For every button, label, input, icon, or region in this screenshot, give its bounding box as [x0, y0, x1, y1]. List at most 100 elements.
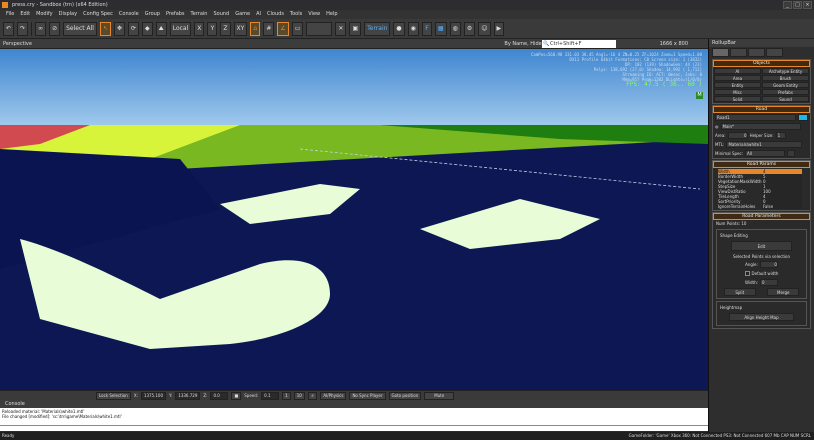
split-button[interactable]: Split	[723, 287, 756, 296]
z-coord-field[interactable]: 0.0	[210, 391, 229, 400]
edit-button[interactable]: Edit	[731, 241, 792, 251]
maximize-button[interactable]: □	[793, 1, 802, 9]
object-icon[interactable]: ●	[393, 21, 405, 36]
character-icon[interactable]: ☺	[478, 21, 491, 36]
width-field[interactable]: 0	[759, 279, 778, 286]
settings-icon[interactable]: ⚙	[463, 21, 476, 36]
speed-10-button[interactable]: 10	[293, 391, 305, 400]
object-misc-button[interactable]: Misc	[714, 89, 761, 95]
menu-display[interactable]: Display	[59, 10, 77, 19]
no-sync-player-button[interactable]: No Sync Player	[349, 391, 386, 400]
menu-game[interactable]: Game	[235, 10, 250, 19]
param-value[interactable]: False	[762, 204, 802, 209]
grid-icon[interactable]: #	[263, 21, 275, 36]
y-coord-field[interactable]: 1336.729	[175, 391, 201, 400]
lock-selection-button[interactable]: Lock Selection	[96, 391, 131, 400]
unlink-icon[interactable]: ⊘	[49, 21, 61, 36]
object-sound-button[interactable]: Sound	[762, 96, 809, 102]
move-tool-icon[interactable]: ✥	[113, 21, 126, 36]
object-solid-button[interactable]: Solid	[714, 96, 761, 102]
menu-terrain[interactable]: Terrain	[191, 10, 208, 19]
rotate-tool-icon[interactable]: ⟳	[128, 21, 140, 36]
menu-tools[interactable]: Tools	[290, 10, 302, 19]
database-icon[interactable]: ▦	[434, 21, 447, 36]
undo-icon[interactable]: ↶	[3, 21, 15, 36]
delete-icon[interactable]: ✕	[335, 21, 347, 36]
physics-icon[interactable]: ⚛	[307, 391, 318, 400]
layer-dropdown[interactable]	[306, 21, 333, 36]
param-row[interactable]: IgnoreTerrainHoles False	[713, 204, 810, 209]
terrain-snap-icon[interactable]: ⌂	[250, 21, 261, 36]
lock-icon[interactable]: ■	[231, 391, 242, 400]
road-params-header[interactable]: Road Params	[713, 161, 810, 168]
menu-clouds[interactable]: Clouds	[267, 10, 284, 19]
viewport-title[interactable]: Perspective	[3, 41, 32, 47]
default-width-checkbox[interactable]	[744, 271, 750, 276]
road-name-field[interactable]: Road1	[715, 114, 797, 121]
menu-group[interactable]: Group	[145, 10, 160, 19]
mute-button[interactable]: Mute	[424, 391, 455, 400]
tab-display[interactable]	[748, 48, 765, 57]
road-header[interactable]: Road	[713, 106, 810, 113]
object-archetype-button[interactable]: Archetype Entity	[762, 68, 809, 74]
angle-snap-icon[interactable]: ∠	[277, 21, 289, 36]
menu-console[interactable]: Console	[119, 10, 139, 19]
menu-edit[interactable]: Edit	[20, 10, 30, 19]
axis-x-button[interactable]: X	[194, 21, 205, 36]
redo-icon[interactable]: ↷	[17, 21, 29, 36]
align-height-map-button[interactable]: Align Height Map	[729, 313, 794, 321]
merge-button[interactable]: Merge	[767, 287, 800, 296]
coord-space-dropdown[interactable]: Local	[169, 21, 192, 36]
physics-icon[interactable]: ◉	[407, 21, 419, 36]
menu-file[interactable]: File	[6, 10, 14, 19]
tab-objects[interactable]	[712, 48, 729, 57]
goto-position-button[interactable]: Goto position	[388, 391, 422, 400]
menu-help[interactable]: Help	[326, 10, 337, 19]
axis-xy-button[interactable]: XY	[233, 21, 248, 36]
tab-layers[interactable]	[766, 48, 783, 57]
material-icon[interactable]: ◍	[449, 21, 461, 36]
road-color-swatch[interactable]	[798, 114, 808, 121]
link-icon[interactable]: ∞	[35, 21, 47, 36]
object-entity-button[interactable]: Entity	[714, 82, 761, 88]
objects-header[interactable]: Objects	[713, 60, 810, 67]
min-spec-dropdown[interactable]: All	[745, 150, 786, 157]
flowgraph-icon[interactable]: F	[421, 21, 432, 36]
snap-terrain-icon[interactable]: ⛰	[155, 21, 167, 36]
road-parameters-header[interactable]: Road Parameters	[713, 213, 810, 220]
area-field[interactable]: 0	[727, 132, 748, 139]
speed-1-button[interactable]: 1	[282, 391, 291, 400]
material-field[interactable]: Main*	[720, 123, 801, 130]
object-ai-button[interactable]: AI	[714, 68, 761, 74]
perspective-viewport[interactable]: CamPos=560.98 331.03 38.45 Angl=-16 4 ZN…	[0, 49, 708, 390]
viewport-badge[interactable]: M	[696, 92, 703, 99]
min-spec-icon[interactable]	[787, 150, 796, 157]
x-coord-field[interactable]: 1375.100	[140, 391, 167, 400]
viewport-resolution[interactable]: 1666 x 800	[660, 39, 688, 49]
speed-field[interactable]: 0.1	[261, 391, 280, 400]
close-button[interactable]: ×	[803, 1, 812, 9]
terrain-dropdown[interactable]: Terrain	[364, 21, 391, 36]
minimize-button[interactable]: _	[783, 1, 792, 9]
axis-z-button[interactable]: Z	[220, 21, 231, 36]
angle-field[interactable]: 0	[759, 261, 778, 268]
object-geom-entity-button[interactable]: Geom Entity	[762, 82, 809, 88]
axis-y-button[interactable]: Y	[207, 21, 218, 36]
object-area-button[interactable]: Area	[714, 75, 761, 81]
menu-modify[interactable]: Modify	[36, 10, 53, 19]
menu-prefabs[interactable]: Prefabs	[166, 10, 185, 19]
viewport-search-input[interactable]: Ctrl+Shift+F	[542, 40, 616, 48]
menu-sound[interactable]: Sound	[213, 10, 229, 19]
game-mode-icon[interactable]: ▶	[493, 21, 505, 36]
console-input[interactable]	[0, 425, 708, 431]
mtl-field[interactable]: Materials\white1	[726, 141, 803, 148]
menu-view[interactable]: View	[308, 10, 320, 19]
object-brush-button[interactable]: Brush	[762, 75, 809, 81]
object-prefabs-button[interactable]: Prefabs	[762, 89, 809, 95]
ruler-icon[interactable]: ▭	[291, 21, 304, 36]
scale-tool-icon[interactable]: ◆	[142, 21, 153, 36]
select-all-dropdown[interactable]: Select All	[63, 21, 97, 36]
save-icon[interactable]: ▣	[349, 21, 362, 36]
helper-size-field[interactable]: 1	[775, 132, 786, 139]
menu-ai[interactable]: AI	[256, 10, 261, 19]
